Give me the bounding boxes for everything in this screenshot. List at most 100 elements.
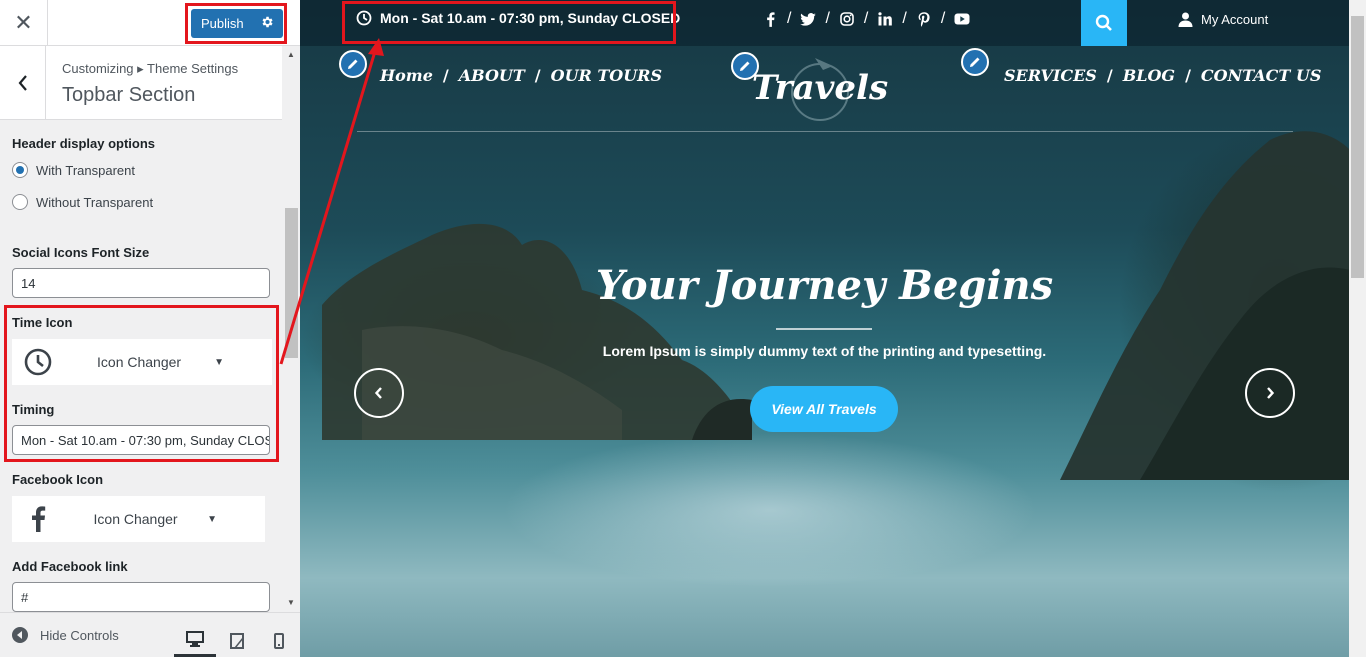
scrollbar-thumb[interactable] (285, 208, 298, 358)
header-divider (357, 131, 1293, 132)
close-customizer-button[interactable]: ✕ (0, 0, 48, 46)
hide-controls-label: Hide Controls (40, 627, 119, 643)
back-button[interactable] (0, 46, 46, 120)
radio-button[interactable] (12, 162, 28, 178)
separator: / (825, 10, 830, 27)
main-nav-left: Home / ABOUT / OUR TOURS (380, 66, 662, 85)
youtube-icon[interactable] (952, 10, 972, 28)
nav-link-services[interactable]: SERVICES (1004, 66, 1097, 85)
preview-scrollbar[interactable] (1349, 0, 1366, 657)
chevron-left-icon (18, 75, 27, 91)
time-icon-title: Time Icon (12, 315, 73, 330)
hero-title: Your Journey Begins (595, 262, 1054, 309)
tablet-icon (230, 632, 244, 649)
facebook-icon[interactable] (760, 10, 780, 28)
nav-link-about[interactable]: ABOUT (459, 66, 525, 85)
hide-controls-button[interactable]: Hide Controls (12, 627, 119, 643)
edit-shortcut-right-nav[interactable] (961, 48, 989, 76)
search-icon (1095, 14, 1112, 31)
collapse-arrow-icon (12, 627, 28, 643)
section-header: Customizing ▸ Theme Settings Topbar Sect… (0, 46, 282, 120)
facebook-link-title: Add Facebook link (12, 559, 128, 574)
gear-icon[interactable] (260, 15, 274, 29)
nav-link-home[interactable]: Home (380, 66, 433, 85)
social-font-size-title: Social Icons Font Size (12, 245, 150, 260)
hero-subtitle: Lorem Ipsum is simply dummy text of the … (602, 343, 1047, 359)
device-mobile-button[interactable] (258, 623, 300, 657)
separator: / (534, 66, 541, 85)
edit-shortcut-left-nav[interactable] (339, 50, 367, 78)
site-preview: Mon - Sat 10.am - 07:30 pm, Sunday CLOSE… (300, 0, 1349, 657)
separator: / (442, 66, 449, 85)
facebook-icon-changer[interactable]: Icon Changer ▼ (12, 496, 265, 542)
timing-title: Timing (12, 402, 55, 417)
customizer-footer: Hide Controls (0, 612, 300, 657)
twitter-icon[interactable] (798, 10, 818, 28)
pinterest-icon[interactable] (914, 10, 934, 28)
chevron-down-icon: ▼ (214, 356, 224, 368)
icon-changer-label: Icon Changer (97, 354, 182, 370)
desktop-icon (186, 630, 204, 647)
close-icon: ✕ (14, 10, 33, 35)
device-tablet-button[interactable] (216, 623, 258, 657)
nav-link-blog[interactable]: BLOG (1123, 66, 1175, 85)
separator: / (863, 10, 869, 27)
chevron-left-icon (374, 387, 382, 399)
search-button[interactable] (1081, 0, 1127, 46)
pencil-icon (348, 59, 358, 69)
mobile-icon (274, 632, 284, 649)
site-logo-text: Travels (751, 68, 889, 108)
user-icon (1178, 12, 1193, 27)
separator: / (1106, 66, 1113, 85)
device-desktop-button[interactable] (174, 623, 216, 657)
view-all-travels-button[interactable]: View All Travels (750, 386, 898, 432)
my-account-link[interactable]: My Account (1178, 12, 1268, 27)
nav-link-our-tours[interactable]: OUR TOURS (551, 66, 662, 85)
radio-label: Without Transparent (36, 194, 154, 210)
customizer-sidebar: ✕ Publish Customizing ▸ Theme Settings T… (0, 0, 300, 657)
section-title: Topbar Section (62, 84, 196, 106)
radio-label: With Transparent (36, 162, 135, 178)
time-icon-changer[interactable]: Icon Changer ▼ (12, 339, 272, 385)
facebook-icon (12, 506, 64, 532)
clock-icon (356, 10, 372, 26)
separator: / (1185, 66, 1191, 85)
site-topbar: Mon - Sat 10.am - 07:30 pm, Sunday CLOSE… (300, 0, 1349, 46)
chevron-right-icon (1267, 387, 1275, 399)
sidebar-scrollbar[interactable]: ▲ ▼ (283, 46, 300, 612)
customizer-header: ✕ Publish (0, 0, 300, 46)
main-nav-right: SERVICES / BLOG / CONTACT US (1004, 66, 1321, 85)
social-font-size-input[interactable]: 14 (12, 268, 270, 298)
site-logo[interactable]: Travels (752, 48, 888, 128)
facebook-link-input[interactable]: # (12, 582, 270, 612)
instagram-icon[interactable] (837, 10, 857, 28)
slider-prev-button[interactable] (354, 368, 404, 418)
icon-changer-label: Icon Changer (93, 511, 178, 527)
pencil-icon (740, 61, 750, 71)
slider-next-button[interactable] (1245, 368, 1295, 418)
publish-label: Publish (201, 16, 244, 31)
linkedin-icon[interactable] (875, 10, 895, 28)
topbar-timing-text: Mon - Sat 10.am - 07:30 pm, Sunday CLOSE… (380, 10, 681, 26)
topbar-timing: Mon - Sat 10.am - 07:30 pm, Sunday CLOSE… (356, 10, 680, 26)
separator: / (787, 10, 792, 27)
radio-with-transparent[interactable]: With Transparent (12, 162, 135, 178)
scrollbar-thumb[interactable] (1351, 16, 1364, 278)
radio-button[interactable] (12, 194, 28, 210)
header-display-title: Header display options (12, 136, 156, 151)
radio-without-transparent[interactable]: Without Transparent (12, 194, 153, 210)
separator: / (940, 10, 946, 27)
timing-input[interactable]: Mon - Sat 10.am - 07:30 pm, Sunday CLOSE… (12, 425, 270, 455)
pencil-icon (970, 57, 980, 67)
separator: / (902, 10, 907, 27)
nav-link-contact-us[interactable]: CONTACT US (1201, 66, 1321, 85)
publish-button[interactable]: Publish (191, 9, 283, 38)
facebook-icon-title: Facebook Icon (12, 472, 104, 487)
scroll-down-icon[interactable]: ▼ (287, 598, 295, 607)
scroll-up-icon[interactable]: ▲ (287, 50, 295, 59)
clock-icon (12, 348, 64, 376)
my-account-label: My Account (1201, 12, 1269, 27)
chevron-down-icon: ▼ (207, 513, 217, 525)
controls-panel: Header display options With Transparent … (0, 120, 282, 612)
hero-divider (776, 328, 872, 330)
